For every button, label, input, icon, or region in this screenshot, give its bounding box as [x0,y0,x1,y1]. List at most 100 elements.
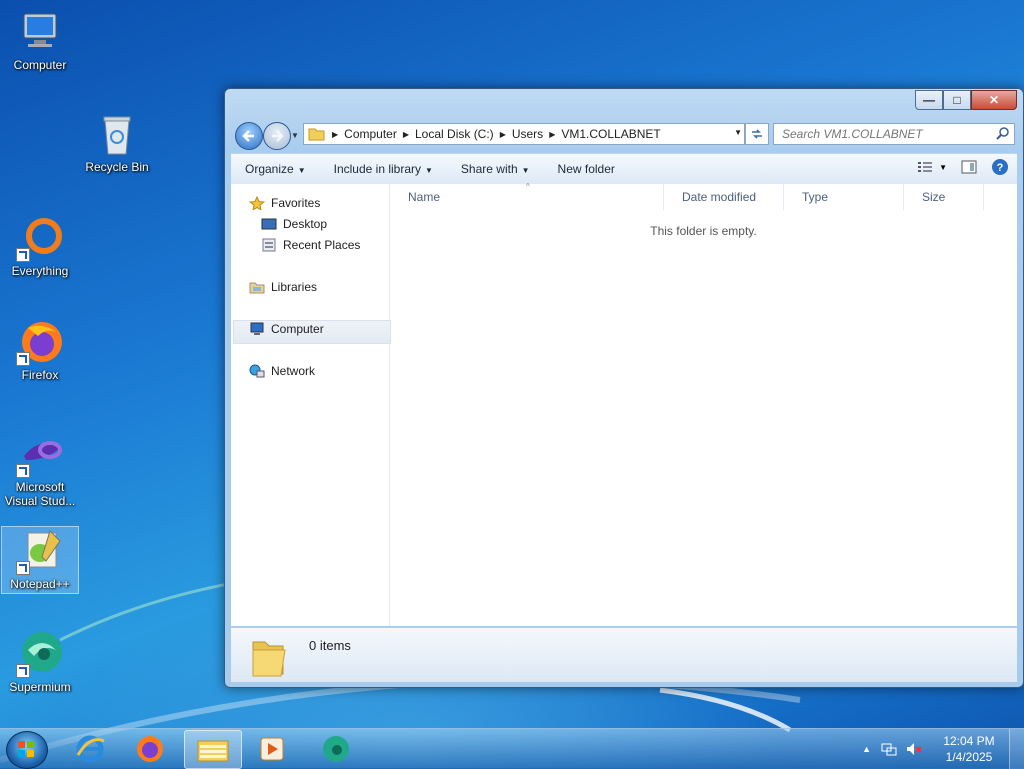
desktop-icon-label: Recycle Bin [85,160,149,174]
clock-date: 1/4/2025 [945,750,993,764]
volume-muted-icon[interactable] [905,741,923,757]
nav-item-network[interactable]: Network [249,364,315,378]
desktop-icon-firefox[interactable]: Firefox [2,318,78,382]
view-controls: ▼ ? [917,158,1009,176]
desktop-icon-label: Notepad++ [10,577,70,591]
refresh-icon [752,129,762,139]
desktop-icon-everything[interactable]: Everything [2,214,78,278]
libraries-icon [249,280,265,294]
explorer-window[interactable]: — □ ✕ ▼ ▶ Computer ▶ Local Disk (C:) ▶ U… [224,88,1024,688]
column-headers: Name ^ Date modified Type Size [390,182,1017,210]
desktop-icon [261,217,277,231]
breadcrumb-current-folder[interactable]: VM1.COLLABNET [555,127,666,141]
include-in-library-button[interactable]: Include in library ▼ [320,162,447,176]
nav-item-label: Recent Places [283,238,361,252]
desktop-icon-computer[interactable]: Computer [2,8,78,72]
navigation-pane: Favorites Desktop Recent Places Librarie… [231,184,391,626]
network-status-icon[interactable] [881,741,897,757]
folder-icon [252,641,286,677]
details-pane: 0 items [231,627,1017,682]
share-with-label: Share with [460,162,518,176]
view-list-icon [918,162,933,172]
chevron-down-icon: ▼ [939,162,947,172]
nav-item-computer[interactable]: Computer [249,322,324,336]
taskbar-firefox[interactable] [122,730,178,767]
firefox-icon [16,318,64,366]
desktop-icon-supermium[interactable]: Supermium [2,630,78,694]
column-header-date-modified[interactable]: Date modified [664,184,784,210]
show-desktop-button[interactable] [1009,729,1024,769]
internet-explorer-icon [76,735,105,762]
taskbar-internet-explorer[interactable] [62,730,118,767]
desktop-icon-label: Supermium [9,680,71,694]
file-list[interactable]: Name ^ Date modified Type Size This fold… [390,182,1017,626]
chevron-down-icon[interactable]: ▼ [734,128,742,137]
taskbar-supermium[interactable] [308,730,364,767]
close-button[interactable]: ✕ [971,90,1017,110]
nav-item-recent-places[interactable]: Recent Places [261,238,360,252]
supermium-icon [16,630,64,678]
nav-item-desktop[interactable]: Desktop [261,217,327,231]
desktop-icon-label-line2: Visual Stud... [4,494,76,508]
breadcrumb-users[interactable]: Users [506,127,549,141]
desktop-icon-label: Computer [13,58,67,72]
show-hidden-icons-button[interactable]: ▲ [862,744,871,754]
arrow-left-icon [242,130,254,142]
minimize-button[interactable]: — [915,90,943,110]
item-count: 0 items [309,638,351,653]
system-tray: ▲ 12:04 PM 1/4/2025 [862,729,1024,769]
shortcut-arrow-icon [16,664,30,678]
computer-icon [16,8,64,56]
forward-button[interactable] [263,122,291,150]
clock-time: 12:04 PM [943,734,995,748]
nav-item-label: Desktop [283,217,328,231]
column-header-type[interactable]: Type [784,184,904,210]
search-box[interactable] [773,123,1015,145]
column-header-size[interactable]: Size [904,184,984,210]
svg-text:?: ? [997,162,1004,174]
desktop-icon-notepadpp[interactable]: Notepad++ [1,526,79,594]
breadcrumb-local-disk[interactable]: Local Disk (C:) [409,127,500,141]
search-input[interactable] [780,126,994,142]
star-icon [248,195,266,212]
network-icon [249,364,265,378]
arrow-right-icon [272,130,284,142]
desktop-icon-label: Firefox [21,368,59,382]
nav-item-label: Computer [271,322,324,336]
nav-item-libraries[interactable]: Libraries [249,280,317,294]
clock[interactable]: 12:04 PM 1/4/2025 [929,733,1009,765]
preview-pane-icon[interactable] [961,160,977,174]
content-area: Favorites Desktop Recent Places Librarie… [231,182,1017,626]
everything-icon [16,214,64,262]
caption-buttons: — □ ✕ [915,90,1017,110]
desktop-icon-label-line1: Microsoft [15,480,65,494]
new-folder-button[interactable]: New folder [544,162,629,176]
recycle-bin-icon [93,110,141,158]
organize-label: Organize [245,162,294,176]
organize-button[interactable]: Organize ▼ [231,162,320,176]
nav-item-favorites[interactable]: Favorites [248,195,321,212]
column-header-label: Name [408,190,441,204]
file-explorer-icon [197,740,229,761]
maximize-button[interactable]: □ [943,90,971,110]
refresh-button[interactable] [745,123,769,145]
media-player-icon [260,737,284,760]
desktop-icon-label: Everything [11,264,69,278]
breadcrumb-computer[interactable]: Computer [338,127,403,141]
address-box[interactable]: ▶ Computer ▶ Local Disk (C:) ▶ Users ▶ V… [303,123,745,145]
start-button[interactable] [6,731,48,769]
recent-places-icon [261,238,277,252]
nav-item-label: Favorites [271,196,321,210]
taskbar-file-explorer[interactable] [184,730,242,769]
taskbar-media-player[interactable] [244,730,300,767]
change-view-button[interactable]: ▼ [917,160,947,174]
include-in-library-label: Include in library [333,162,421,176]
desktop-icon-recycle-bin[interactable]: Recycle Bin [79,110,155,174]
recent-pages-dropdown-icon[interactable]: ▼ [291,131,299,140]
desktop-icon-visual-studio[interactable]: Microsoft Visual Stud... [2,430,78,508]
column-header-name[interactable]: Name ^ [390,182,664,210]
nav-item-label: Network [271,364,316,378]
computer-icon [249,322,265,336]
back-button[interactable] [235,122,263,150]
help-icon[interactable]: ? [991,158,1009,176]
